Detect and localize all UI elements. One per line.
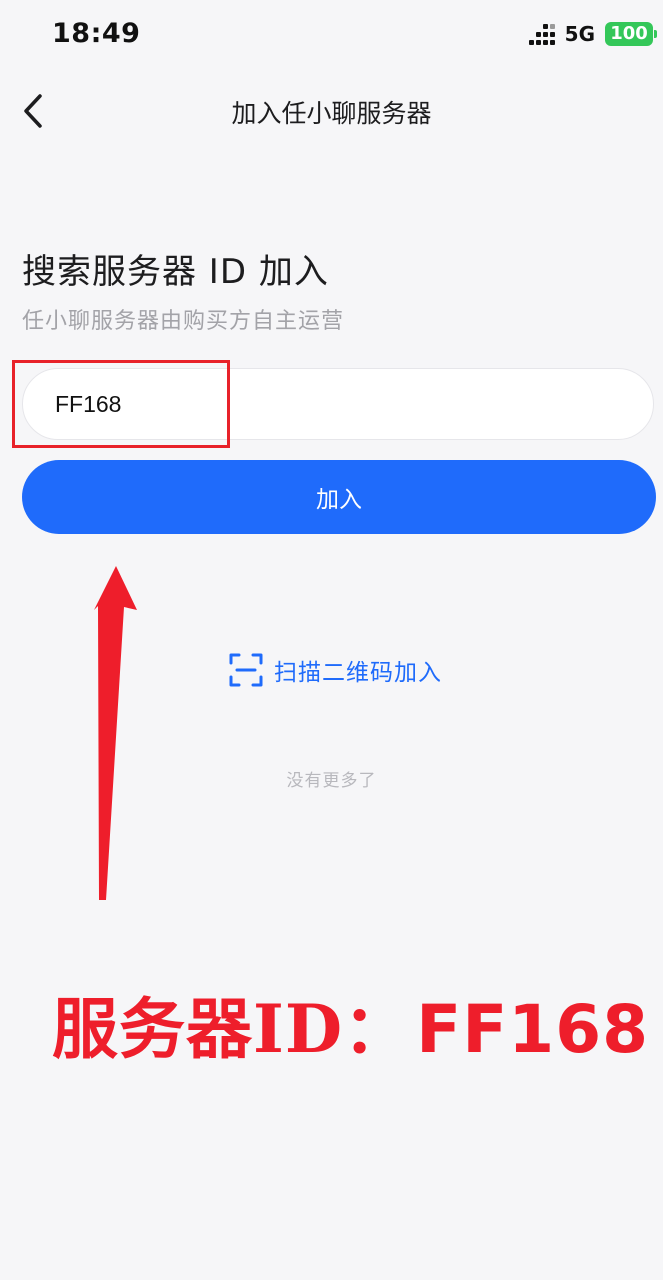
no-more-text: 没有更多了 bbox=[286, 771, 377, 791]
annotation-value: FF168 bbox=[416, 991, 650, 1068]
red-arrow bbox=[94, 566, 137, 900]
scan-qr-label: 扫描二维码加入 bbox=[274, 660, 442, 686]
server-id-input[interactable] bbox=[22, 368, 654, 440]
screen: 18:49 5G 100 加入任小聊服务器 搜索服务器 ID 加入 任小聊服务器… bbox=[0, 0, 663, 1280]
annotation-text: 服务器ID：FF168 bbox=[52, 976, 649, 1072]
signal-icon bbox=[528, 23, 555, 45]
network-label: 5G bbox=[564, 22, 595, 46]
nav-bar: 加入任小聊服务器 bbox=[0, 78, 663, 144]
scan-qr-link[interactable]: 扫描二维码加入 bbox=[228, 652, 442, 688]
join-button[interactable]: 加入 bbox=[22, 460, 656, 534]
status-indicators: 5G 100 bbox=[528, 22, 657, 46]
status-time: 18:49 bbox=[52, 18, 141, 49]
scan-qr-icon bbox=[229, 653, 263, 687]
battery-icon: 100 bbox=[605, 22, 657, 46]
section-heading: 搜索服务器 ID 加入 bbox=[22, 252, 329, 292]
status-bar: 18:49 5G 100 bbox=[0, 0, 663, 70]
battery-level: 100 bbox=[610, 23, 648, 44]
annotation-label: 服务器ID： bbox=[52, 990, 411, 1068]
section-subheading: 任小聊服务器由购买方自主运营 bbox=[22, 309, 345, 334]
page-title: 加入任小聊服务器 bbox=[231, 99, 432, 128]
